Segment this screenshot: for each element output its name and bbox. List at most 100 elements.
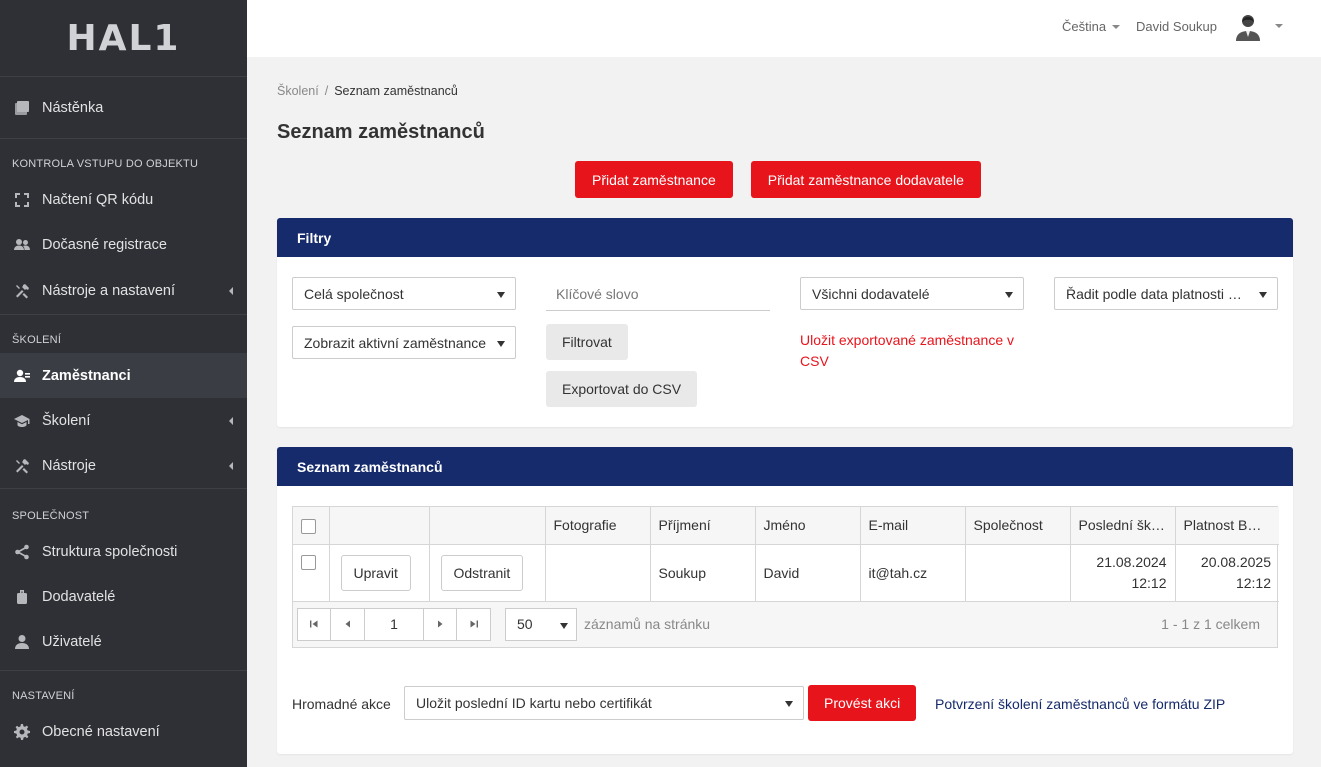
page-title: Seznam zaměstnanců xyxy=(277,121,485,143)
select-all-cell[interactable] xyxy=(293,507,330,545)
row-select-cell[interactable] xyxy=(293,544,330,602)
validity-time: 12:12 xyxy=(1235,574,1271,591)
topbar-right: Čeština David Soukup xyxy=(1062,0,1283,52)
status-select-value: Zobrazit aktivní zaměstnance xyxy=(304,334,487,351)
column-header-photo[interactable]: Fotografie xyxy=(545,507,651,545)
last-training-time: 12:12 xyxy=(1131,574,1167,591)
caret-down-icon xyxy=(1005,292,1013,298)
page-size-value: 50 xyxy=(517,616,533,632)
sort-select[interactable]: Řadit podle data platnosti BOZP xyxy=(1054,277,1278,310)
row-delete-cell: Odstranit xyxy=(429,544,546,602)
graduation-cap-icon xyxy=(14,413,30,429)
column-header-validity[interactable]: Platnost BOZP xyxy=(1175,507,1279,545)
select-all-checkbox[interactable] xyxy=(301,518,316,534)
row-checkbox[interactable] xyxy=(301,555,316,571)
filter-button[interactable]: Filtrovat xyxy=(546,324,628,360)
column-header-email[interactable]: E-mail xyxy=(860,507,966,545)
sidebar-item-label: Nástroje xyxy=(42,457,96,474)
add-supplier-employee-button[interactable]: Přidat zaměstnance dodavatele xyxy=(750,161,981,198)
language-dropdown[interactable]: Čeština xyxy=(1062,19,1121,34)
company-select-value: Celá společnost xyxy=(304,285,404,302)
keyword-input[interactable] xyxy=(546,277,770,311)
breadcrumb-parent-link[interactable]: Školení xyxy=(277,84,319,98)
sort-select-value: Řadit podle data platnosti BOZP xyxy=(1066,285,1249,302)
first-page-button[interactable] xyxy=(297,607,331,641)
breadcrumb-current: Seznam zaměstnanců xyxy=(334,84,458,98)
column-header-last-training[interactable]: Poslední školení xyxy=(1070,507,1176,545)
run-bulk-action-button[interactable]: Provést akci xyxy=(808,685,917,721)
breadcrumb: Školení / Seznam zaměstnanců xyxy=(277,84,458,98)
first-page-icon xyxy=(310,620,318,628)
caret-down-icon xyxy=(560,622,568,629)
page-size-label: záznamů na stránku xyxy=(584,616,711,632)
supplier-select[interactable]: Všichni dodavatelé xyxy=(800,277,1024,310)
filters-card: Filtry Celá společnost Všichni dodavatel… xyxy=(277,218,1293,427)
last-page-button[interactable] xyxy=(457,607,491,641)
sidebar-item-company-structure[interactable]: Struktura společnosti xyxy=(0,529,247,574)
row-edit-cell: Upravit xyxy=(329,544,430,602)
status-select[interactable]: Zobrazit aktivní zaměstnance xyxy=(292,326,516,359)
column-header-delete xyxy=(429,507,546,545)
briefcase-icon xyxy=(14,589,30,605)
chevron-right-icon xyxy=(438,620,443,628)
sidebar-section-training: Školení xyxy=(0,314,247,353)
column-header-company[interactable]: Společnost xyxy=(965,507,1071,545)
export-csv-button[interactable]: Exportovat do CSV xyxy=(546,371,698,407)
share-icon xyxy=(14,544,30,560)
caret-left-icon xyxy=(229,286,233,295)
app-logo[interactable]: HAL1 xyxy=(0,0,247,77)
sidebar-item-qr[interactable]: Načtení QR kódu xyxy=(0,177,247,222)
sidebar-item-employees[interactable]: Zaměstnanci xyxy=(0,353,247,398)
employees-table: Fotografie Příjmení Jméno E-mail Společn… xyxy=(293,507,1279,602)
user-name[interactable]: David Soukup xyxy=(1136,19,1217,34)
pager: 1 50 záznamů na stránku 1 - 1 z 1 celkem xyxy=(293,601,1277,647)
sidebar-item-label: Školení xyxy=(42,412,91,429)
page-actions: Přidat zaměstnance Přidat zaměstnance do… xyxy=(575,161,981,198)
sidebar-item-temp-registrations[interactable]: Dočasné registrace xyxy=(0,222,247,267)
prev-page-button[interactable] xyxy=(331,607,365,641)
company-select[interactable]: Celá společnost xyxy=(292,277,516,310)
bulk-action-select-value: Uložit poslední ID kartu nebo certifikát xyxy=(416,695,652,711)
gear-icon xyxy=(14,723,30,740)
add-employee-button[interactable]: Přidat zaměstnance xyxy=(575,161,733,198)
sidebar-item-label: Nástroje a nastavení xyxy=(42,282,175,299)
caret-down-icon xyxy=(497,292,505,298)
caret-down-icon xyxy=(497,341,505,347)
sidebar-item-users[interactable]: Uživatelé xyxy=(0,619,247,664)
surname-cell: Soukup xyxy=(650,544,756,602)
bulk-action-select[interactable]: Uložit poslední ID kartu nebo certifikát xyxy=(404,686,804,720)
user-id-icon xyxy=(14,368,30,384)
supplier-select-value: Všichni dodavatelé xyxy=(812,285,930,302)
sidebar-item-general-settings[interactable]: Obecné nastavení xyxy=(0,709,247,754)
column-header-edit xyxy=(329,507,430,545)
table-header-row: Fotografie Příjmení Jméno E-mail Společn… xyxy=(293,507,1279,545)
last-training-date: 21.08.2024 xyxy=(1096,553,1167,570)
zip-confirmation-link[interactable]: Potvrzení školení zaměstnanců ve formátu… xyxy=(935,696,1225,712)
column-header-name[interactable]: Jméno xyxy=(755,507,861,545)
sidebar-section-settings: Nastavení xyxy=(0,670,247,709)
next-page-button[interactable] xyxy=(423,607,457,641)
bulk-actions-text: Hromadné akce xyxy=(292,696,391,712)
sidebar-section-company: Společnost xyxy=(0,488,247,529)
company-cell xyxy=(965,544,1071,602)
last-page-icon xyxy=(470,620,478,628)
breadcrumb-separator: / xyxy=(324,84,329,98)
validity-date: 20.08.2025 xyxy=(1200,553,1271,570)
page-size-select[interactable]: 50 xyxy=(505,607,577,641)
page-number-input[interactable]: 1 xyxy=(365,607,423,641)
sidebar-item-suppliers[interactable]: Dodavatelé xyxy=(0,574,247,619)
sidebar-item-dashboard[interactable]: Nástěnka xyxy=(0,77,247,138)
delete-button[interactable]: Odstranit xyxy=(440,554,524,591)
sidebar-item-label: Struktura společnosti xyxy=(42,543,178,560)
dashboard-icon xyxy=(14,100,30,116)
sidebar-item-training[interactable]: Školení xyxy=(0,398,247,443)
column-header-surname[interactable]: Příjmení xyxy=(650,507,756,545)
chevron-left-icon xyxy=(345,620,350,628)
user-menu[interactable] xyxy=(1233,11,1283,41)
sidebar-item-label: Dočasné registrace xyxy=(42,236,167,253)
email-cell: it@tah.cz xyxy=(860,544,966,602)
sidebar-item-tools[interactable]: Nástroje xyxy=(0,443,247,488)
edit-button[interactable]: Upravit xyxy=(340,554,411,591)
sidebar-item-label: Uživatelé xyxy=(42,633,102,650)
sidebar-item-tools-settings[interactable]: Nástroje a nastavení xyxy=(0,267,247,314)
